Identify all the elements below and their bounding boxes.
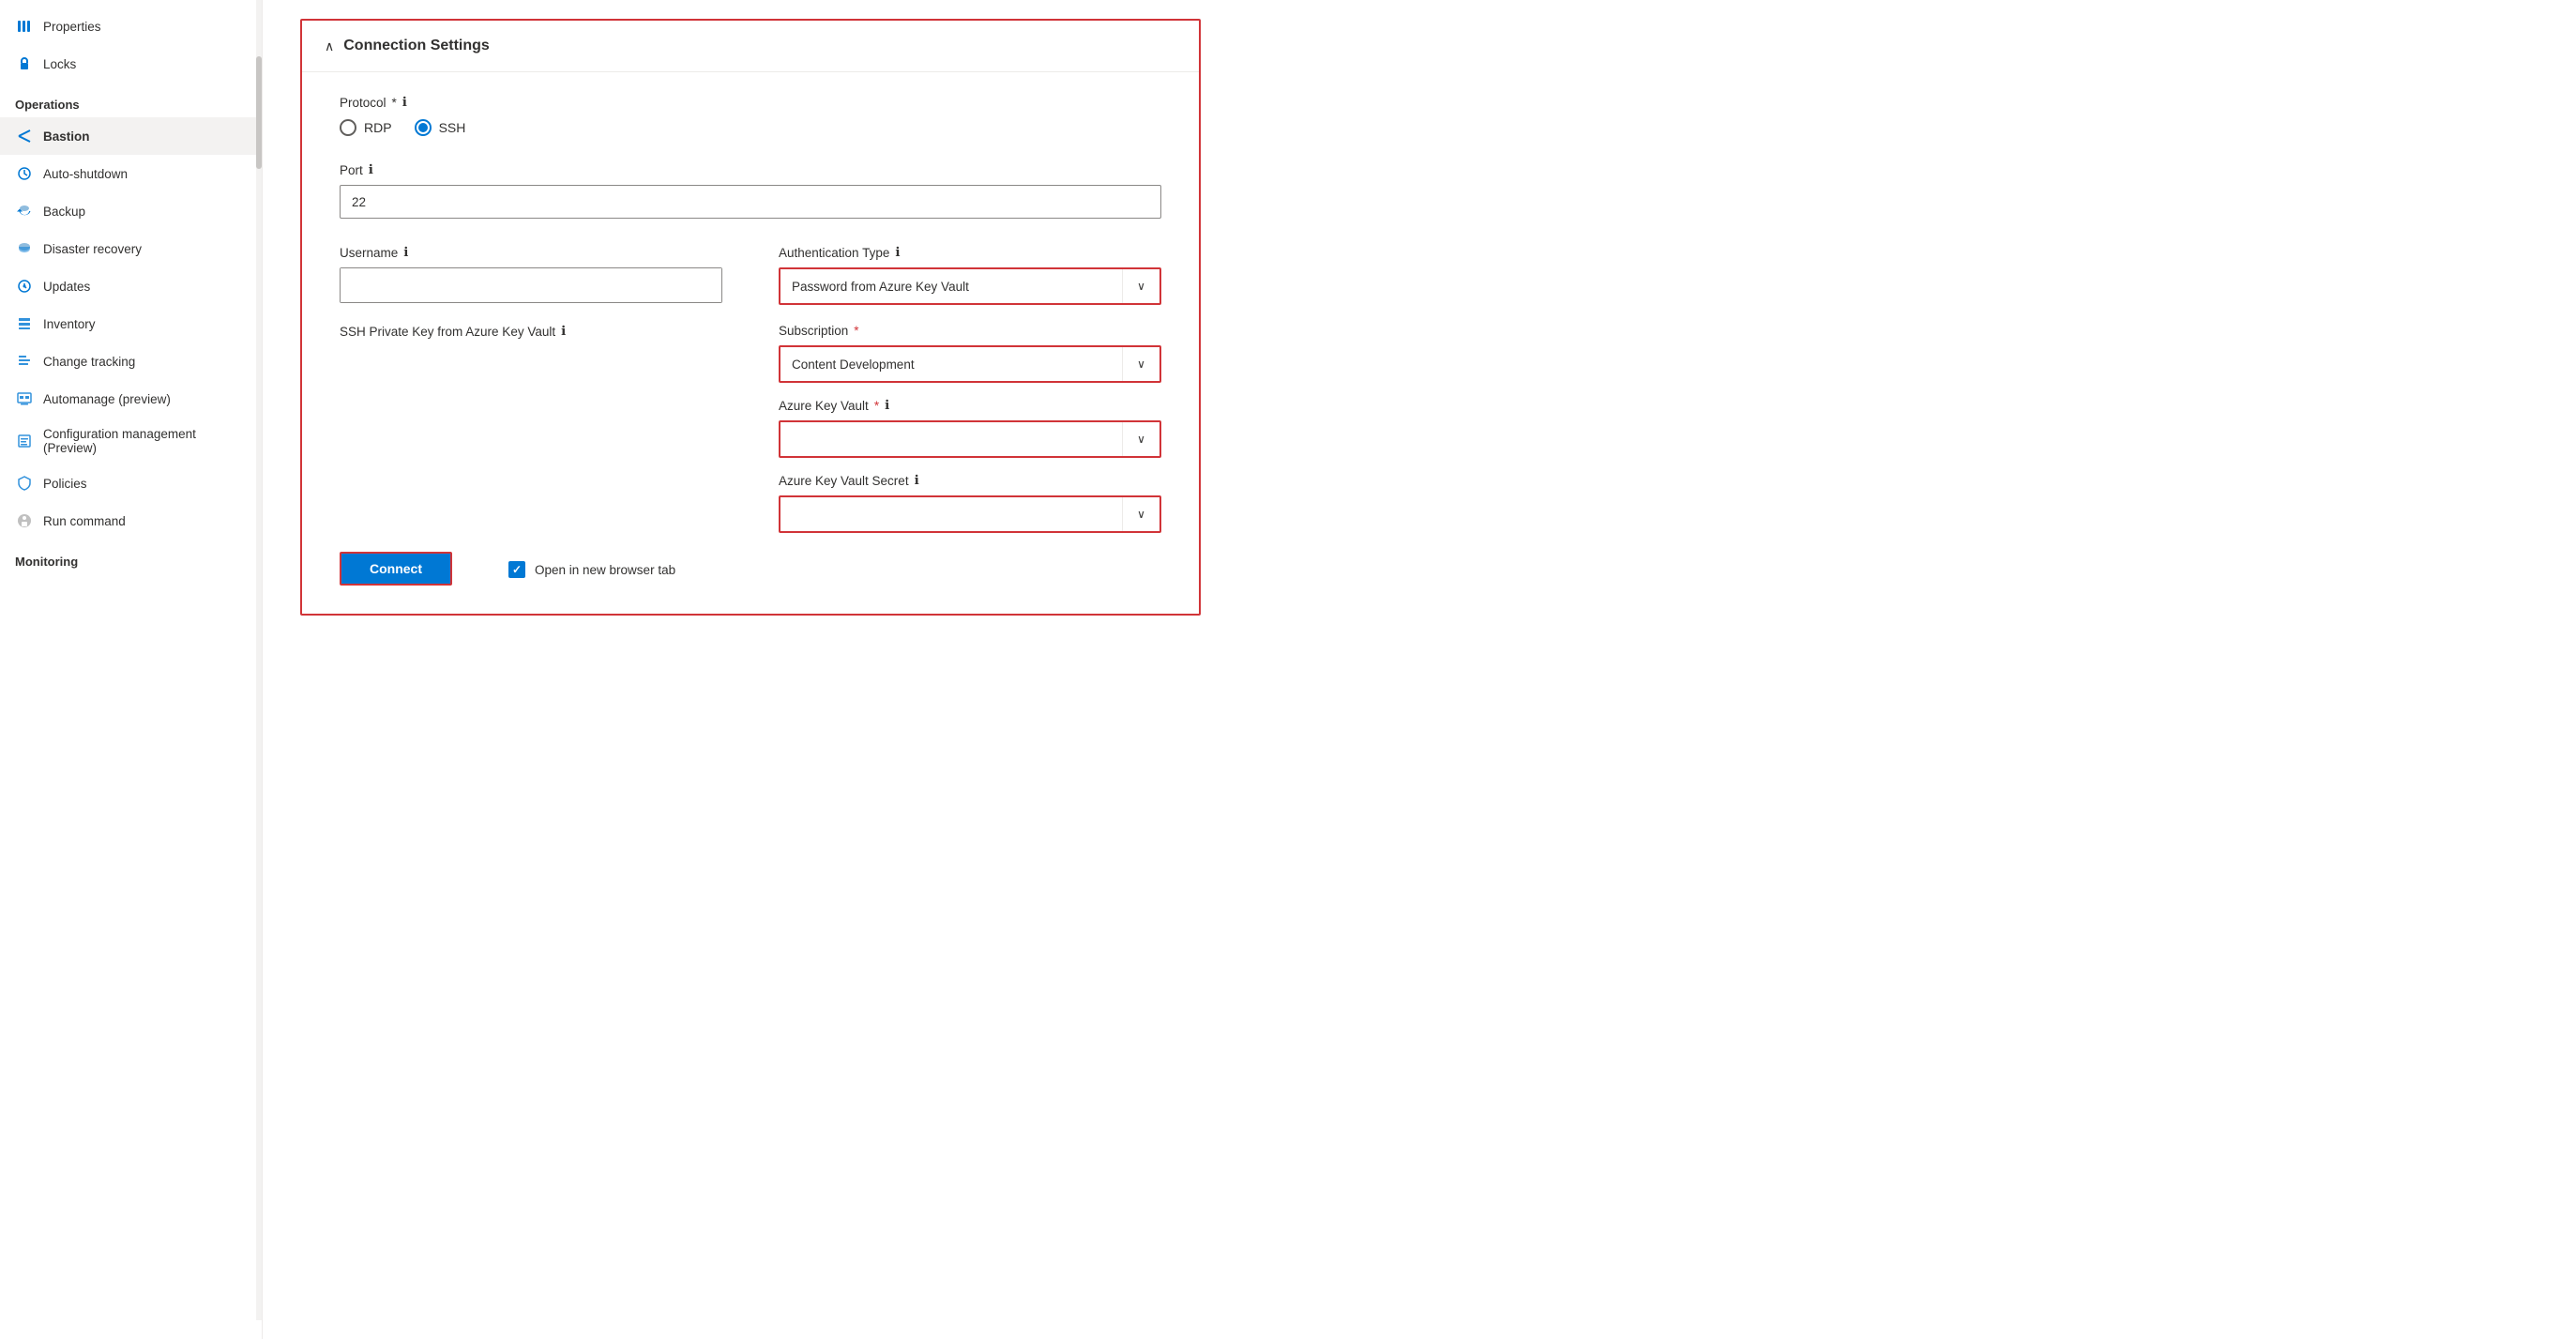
sidebar-label-locks: Locks [43,57,76,71]
ssh-key-info-icon[interactable]: ℹ [561,324,566,339]
disaster-recovery-icon [15,239,34,258]
rdp-label: RDP [364,120,392,135]
sidebar-label-run-command: Run command [43,514,126,528]
change-tracking-icon [15,352,34,371]
port-info-icon[interactable]: ℹ [369,162,373,177]
right-col-fields: Subscription * Content Development ∨ [779,324,1161,533]
azure-key-vault-secret-info-icon[interactable]: ℹ [915,473,919,488]
backup-icon [15,202,34,221]
bastion-icon [15,127,34,145]
lock-icon [15,54,34,73]
sidebar-label-auto-shutdown: Auto-shutdown [43,167,128,181]
open-in-new-tab-label: Open in new browser tab [535,563,675,577]
port-section: Port ℹ [340,162,1161,219]
sidebar-section-operations: Operations [0,83,256,117]
azure-key-vault-dropdown-wrapper: ∨ [779,420,1161,458]
ssh-option[interactable]: SSH [415,119,466,136]
sidebar-item-run-command[interactable]: Run command [0,502,256,540]
panel-title: Connection Settings [343,38,490,54]
open-in-new-tab-row: ✓ Open in new browser tab [508,561,675,578]
connect-button[interactable]: Connect [340,552,452,586]
ssh-label: SSH [439,120,466,135]
inventory-icon [15,314,34,333]
sidebar-item-configuration-mgmt[interactable]: Configuration management (Preview) [0,418,256,464]
sidebar-item-bastion[interactable]: Bastion [0,117,256,155]
port-input[interactable] [340,185,1161,219]
configuration-icon [15,432,34,450]
azure-key-vault-field: Azure Key Vault * ℹ ∨ [779,398,1161,458]
protocol-section: Protocol * ℹ RDP SSH [340,95,1161,136]
sidebar-label-bastion: Bastion [43,129,90,144]
subscription-label: Subscription * [779,324,1161,338]
username-label: Username ℹ [340,245,722,260]
open-in-new-tab-checkbox[interactable]: ✓ [508,561,525,578]
connection-settings-panel: ∧ Connection Settings Protocol * ℹ RDP [300,19,1201,616]
sidebar-item-updates[interactable]: Updates [0,267,256,305]
subscription-dropdown[interactable]: Content Development [780,347,1159,381]
chevron-up-icon: ∧ [325,38,334,54]
rdp-radio[interactable] [340,119,356,136]
automanage-icon [15,389,34,408]
azure-key-vault-dropdown[interactable] [780,422,1159,456]
run-command-icon [15,511,34,530]
sidebar-label-properties: Properties [43,20,101,34]
ssh-key-section: SSH Private Key from Azure Key Vault ℹ [340,324,722,533]
sidebar-label-policies: Policies [43,477,87,491]
sidebar-label-automanage: Automanage (preview) [43,392,171,406]
sidebar-item-inventory[interactable]: Inventory [0,305,256,342]
protocol-label: Protocol * ℹ [340,95,1161,110]
subscription-field: Subscription * Content Development ∨ [779,324,1161,383]
properties-icon [15,17,34,36]
protocol-required: * [392,96,397,110]
auth-type-dropdown[interactable]: Password from Azure Key Vault Password S… [780,269,1159,303]
sidebar-section-monitoring: Monitoring [0,540,256,574]
username-input[interactable] [341,268,721,302]
azure-key-vault-secret-label: Azure Key Vault Secret ℹ [779,473,1161,488]
auth-type-info-icon[interactable]: ℹ [895,245,900,260]
sidebar-label-disaster-recovery: Disaster recovery [43,242,142,256]
ssh-radio[interactable] [415,119,432,136]
sidebar-label-change-tracking: Change tracking [43,355,135,369]
azure-key-vault-label: Azure Key Vault * ℹ [779,398,1161,413]
username-info-icon[interactable]: ℹ [403,245,408,260]
azure-key-vault-secret-dropdown-wrapper: ∨ [779,495,1161,533]
sidebar-item-automanage[interactable]: Automanage (preview) [0,380,256,418]
auth-type-section: Authentication Type ℹ Password from Azur… [779,245,1161,305]
auth-type-dropdown-wrapper: Password from Azure Key Vault Password S… [779,267,1161,305]
auth-type-label: Authentication Type ℹ [779,245,1161,260]
azure-key-vault-secret-dropdown[interactable] [780,497,1159,531]
protocol-radio-group: RDP SSH [340,119,1161,136]
bottom-actions: Connect ✓ Open in new browser tab [340,552,1161,586]
form-content: Protocol * ℹ RDP SSH [302,72,1199,614]
ssh-key-label: SSH Private Key from Azure Key Vault ℹ [340,324,722,339]
sidebar-item-policies[interactable]: Policies [0,464,256,502]
sidebar-label-updates: Updates [43,280,90,294]
main-content: ∧ Connection Settings Protocol * ℹ RDP [263,0,2576,1339]
sidebar-label-inventory: Inventory [43,317,96,331]
rdp-option[interactable]: RDP [340,119,392,136]
sidebar-label-configuration: Configuration management (Preview) [43,427,241,455]
azure-key-vault-secret-field: Azure Key Vault Secret ℹ ∨ [779,473,1161,533]
sidebar-item-locks[interactable]: Locks [0,45,256,83]
port-label: Port ℹ [340,162,1161,177]
connect-button-wrapper: Connect [340,552,452,586]
updates-icon [15,277,34,296]
sidebar-item-change-tracking[interactable]: Change tracking [0,342,256,380]
sidebar-item-auto-shutdown[interactable]: Auto-shutdown [0,155,256,192]
sidebar-item-disaster-recovery[interactable]: Disaster recovery [0,230,256,267]
username-input-wrapper [340,267,722,303]
subscription-dropdown-wrapper: Content Development ∨ [779,345,1161,383]
protocol-info-icon[interactable]: ℹ [402,95,407,110]
sidebar-item-properties[interactable]: Properties [0,8,256,45]
panel-header[interactable]: ∧ Connection Settings [302,21,1199,72]
sidebar: Properties Locks Operations [0,0,263,1339]
username-section: Username ℹ [340,245,722,305]
sidebar-scrollbar[interactable] [256,0,262,1320]
sidebar-item-backup[interactable]: Backup [0,192,256,230]
azure-key-vault-info-icon[interactable]: ℹ [885,398,889,413]
policies-icon [15,474,34,493]
checkmark-icon: ✓ [512,563,522,576]
sidebar-label-backup: Backup [43,205,85,219]
auto-shutdown-icon [15,164,34,183]
